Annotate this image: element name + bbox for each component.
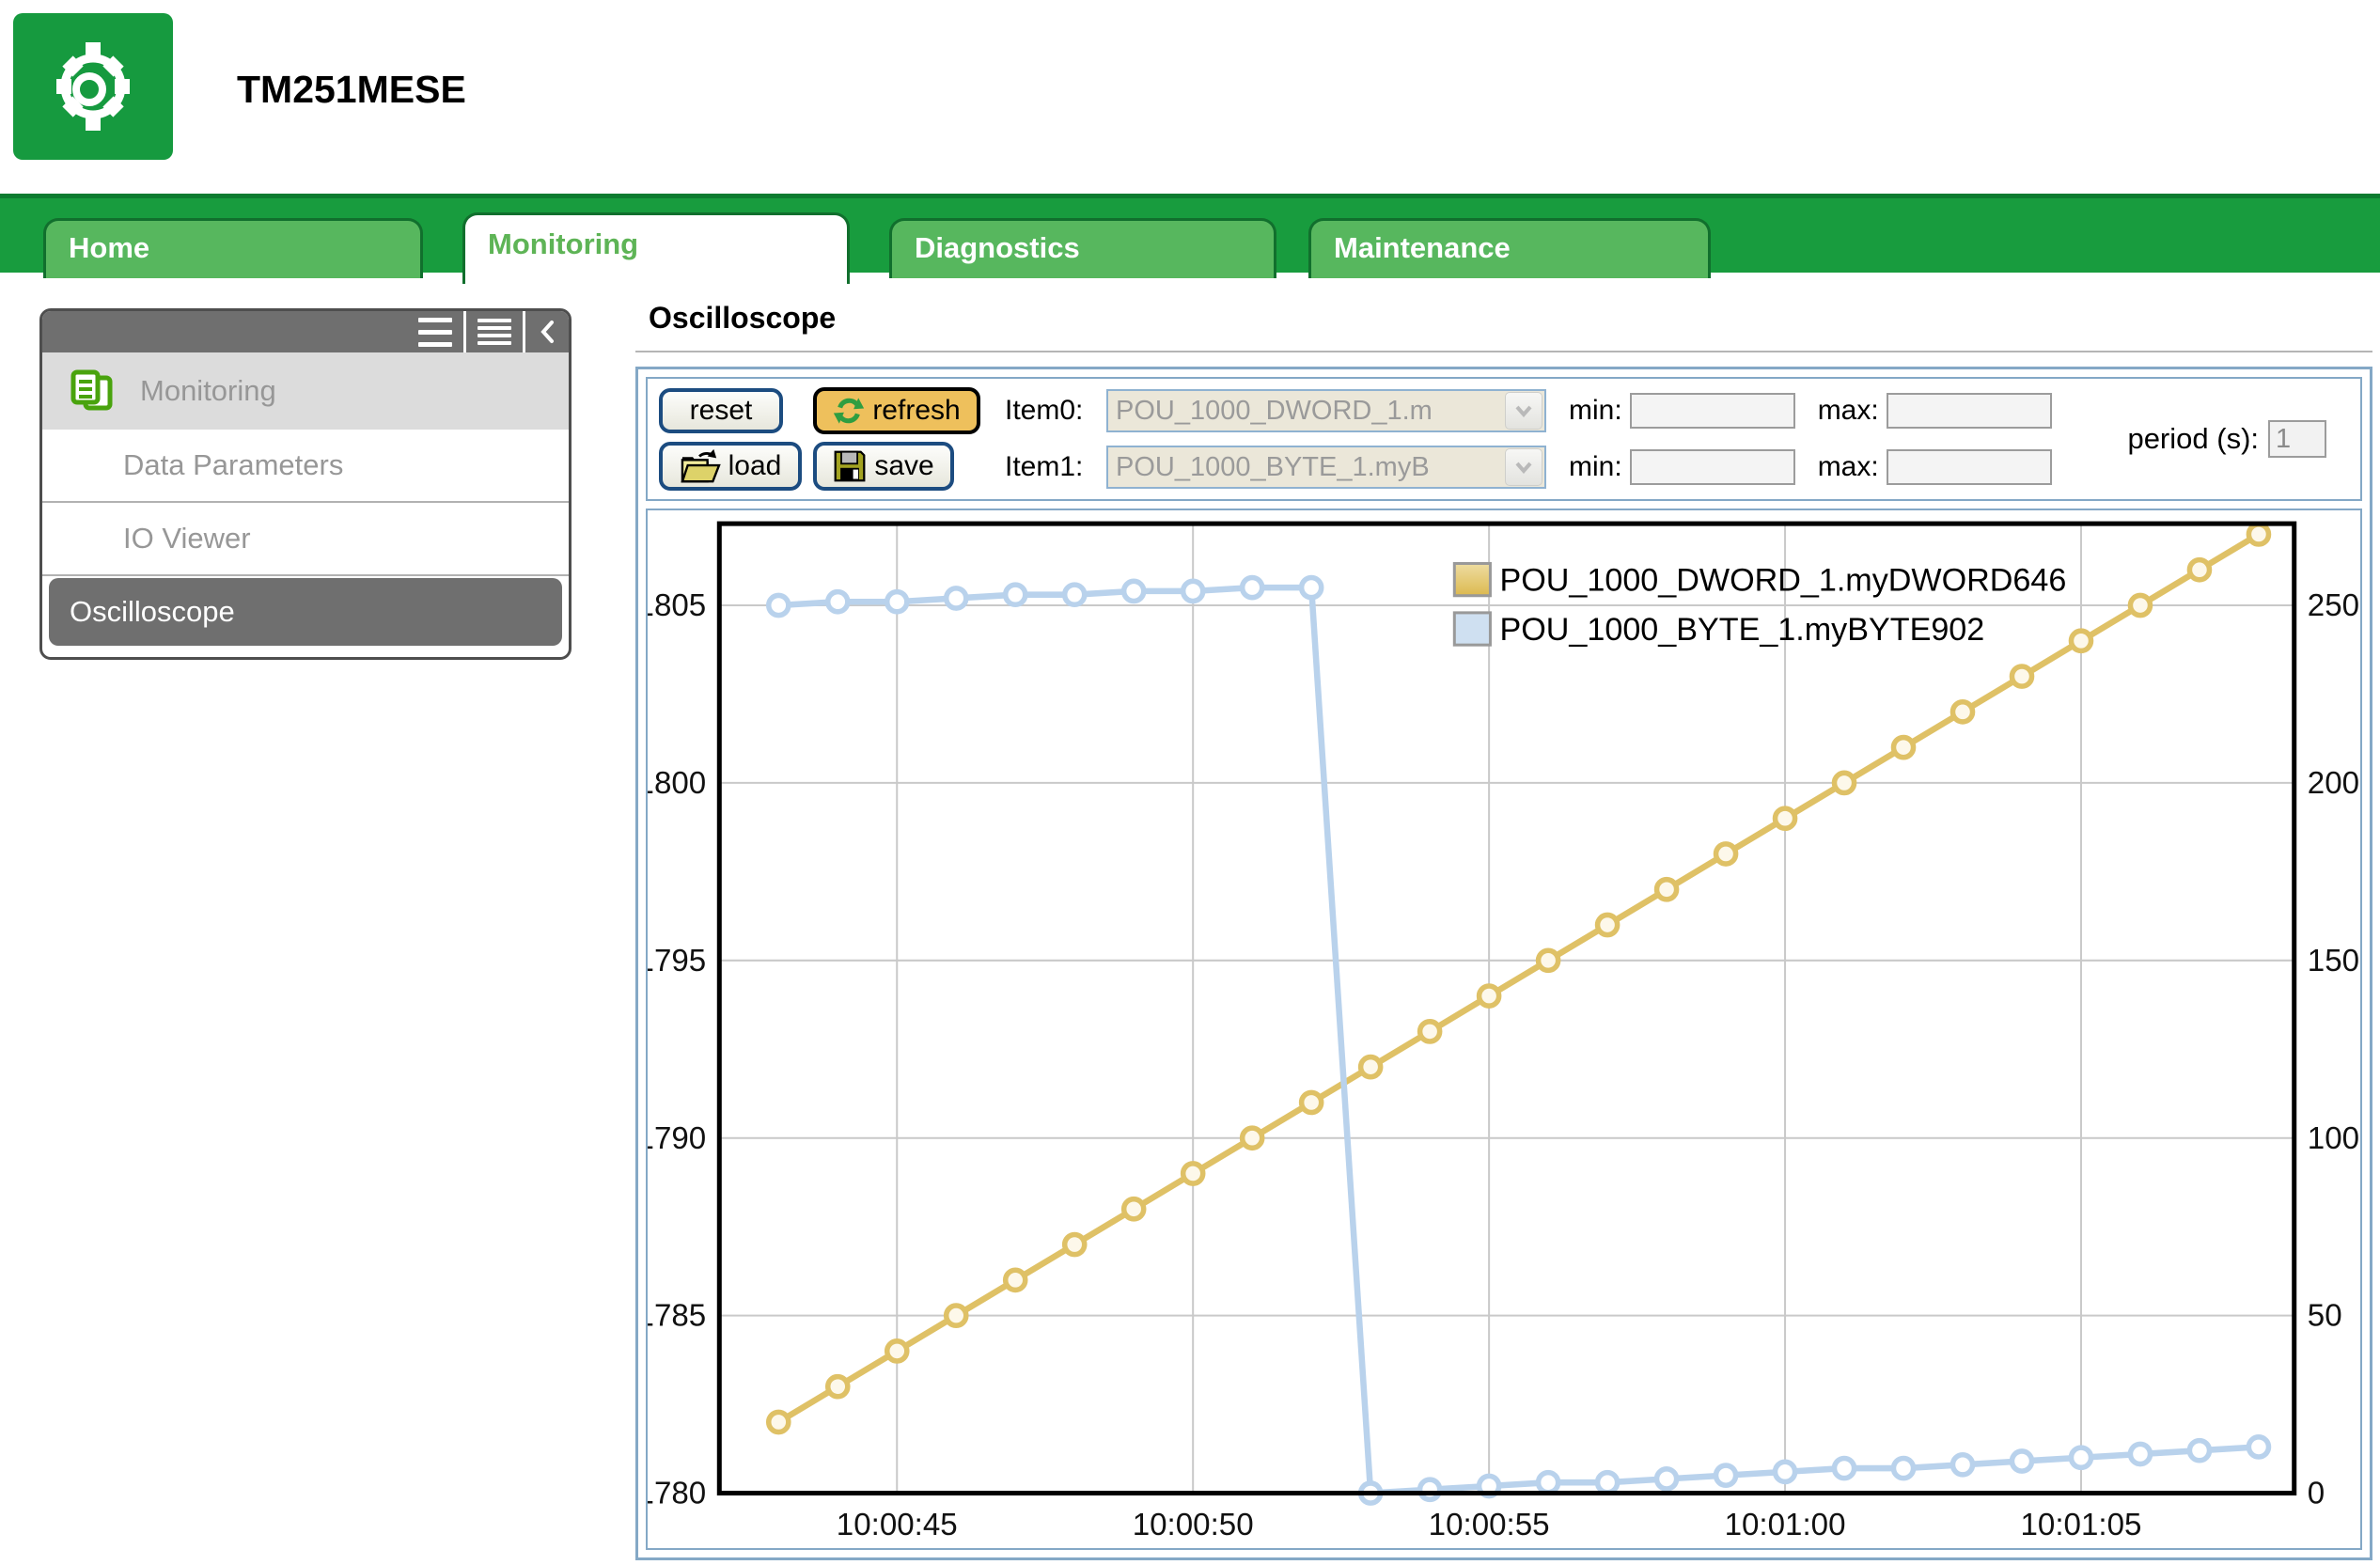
svg-text:10:00:55: 10:00:55 [1429,1508,1550,1542]
item1-row: Item1: POU_1000_BYTE_1.myB min: max: [1005,444,2052,491]
sidebar-item-label: Data Parameters [123,448,343,482]
svg-text:POU_1000_BYTE_1.myBYTE902: POU_1000_BYTE_1.myBYTE902 [1499,612,1984,648]
toolbar-buttons: reset refresh load [659,387,980,491]
save-button[interactable]: save [813,442,954,491]
collapse-sidebar-button[interactable] [523,311,569,352]
svg-text:1790: 1790 [648,1121,706,1156]
item1-select[interactable]: POU_1000_BYTE_1.myB [1106,446,1546,489]
load-button-label: load [728,450,782,482]
max1-label: max: [1818,451,1879,483]
sidebar: Monitoring Data Parameters IO Viewer Osc… [39,308,572,660]
min0-input[interactable] [1630,393,1795,429]
tab-diagnostics[interactable]: Diagnostics [889,218,1276,278]
svg-text:0: 0 [2308,1477,2325,1511]
sidebar-item-label: Oscilloscope [70,595,235,629]
sidebar-item-data-parameters[interactable]: Data Parameters [42,430,569,503]
oscilloscope-panel: reset refresh load [635,367,2372,1560]
period-input[interactable] [2268,420,2326,458]
period-label: period (s): [2127,422,2259,456]
item0-row: Item0: POU_1000_DWORD_1.m min: max: [1005,387,2052,434]
save-button-label: save [874,450,933,482]
refresh-button[interactable]: refresh [813,387,980,434]
hamburger-icon [418,314,452,351]
item1-label: Item1: [1005,451,1095,483]
min1-input[interactable] [1630,449,1795,485]
gear-icon [37,25,149,148]
svg-text:POU_1000_DWORD_1.myDWORD646: POU_1000_DWORD_1.myDWORD646 [1499,563,2066,599]
sidebar-item-monitoring[interactable]: Monitoring [42,352,569,430]
app-title: TM251MESE [237,68,466,112]
svg-text:1785: 1785 [648,1299,706,1334]
open-folder-icon [680,447,721,485]
item0-select[interactable]: POU_1000_DWORD_1.m [1106,389,1546,432]
reset-button[interactable]: reset [659,388,783,433]
chevron-down-icon[interactable] [1505,448,1542,486]
load-button[interactable]: load [659,442,802,491]
tab-bar: Home Monitoring Diagnostics Maintenance [0,194,2380,273]
documents-icon [69,369,119,413]
period-block: period (s): [2127,420,2326,458]
svg-text:250: 250 [2308,588,2359,623]
sidebar-header [42,311,569,352]
svg-text:1800: 1800 [648,766,706,801]
svg-text:150: 150 [2308,944,2359,978]
min0-label: min: [1569,395,1622,427]
sidebar-item-label: IO Viewer [123,522,251,556]
toolbar-items: Item0: POU_1000_DWORD_1.m min: max: Item… [1005,387,2052,491]
item1-select-value: POU_1000_BYTE_1.myB [1108,452,1503,483]
menu-list-button[interactable] [407,311,463,352]
sidebar-item-label: Monitoring [140,374,276,408]
reset-button-label: reset [690,395,753,427]
max0-input[interactable] [1887,393,2052,429]
item0-select-value: POU_1000_DWORD_1.m [1108,396,1503,427]
svg-text:10:01:00: 10:01:00 [1725,1508,1846,1542]
chevron-left-icon [539,319,556,345]
dense-menu-icon [478,317,511,347]
floppy-disk-icon [833,449,867,483]
page-title: Oscilloscope [635,301,2372,352]
svg-text:1805: 1805 [648,588,706,623]
svg-text:100: 100 [2308,1121,2359,1156]
svg-text:200: 200 [2308,766,2359,801]
chevron-down-icon[interactable] [1505,392,1542,430]
oscilloscope-toolbar: reset refresh load [646,377,2362,501]
item0-label: Item0: [1005,395,1095,427]
tab-monitoring[interactable]: Monitoring [462,212,850,284]
sidebar-item-io-viewer[interactable]: IO Viewer [42,503,569,576]
sidebar-item-oscilloscope[interactable]: Oscilloscope [49,578,562,646]
refresh-icon [833,395,865,427]
svg-text:1780: 1780 [648,1477,706,1511]
chart-plot: 1780 1785 1790 1795 1800 1805 0 50 100 150 200 250 1… [648,510,2360,1548]
refresh-button-label: refresh [872,395,960,427]
min1-label: min: [1569,451,1622,483]
menu-dense-button[interactable] [463,311,523,352]
tab-home[interactable]: Home [43,218,423,278]
svg-text:10:00:45: 10:00:45 [837,1508,958,1542]
svg-text:50: 50 [2308,1299,2342,1334]
tab-maintenance[interactable]: Maintenance [1308,218,1711,278]
oscilloscope-chart: 1780 1785 1790 1795 1800 1805 0 50 100 150 200 250 1… [646,509,2362,1550]
svg-text:1795: 1795 [648,944,706,978]
max0-label: max: [1818,395,1879,427]
max1-input[interactable] [1887,449,2052,485]
svg-text:10:01:05: 10:01:05 [2021,1508,2142,1542]
app-logo [13,13,173,160]
svg-text:10:00:50: 10:00:50 [1133,1508,1254,1542]
